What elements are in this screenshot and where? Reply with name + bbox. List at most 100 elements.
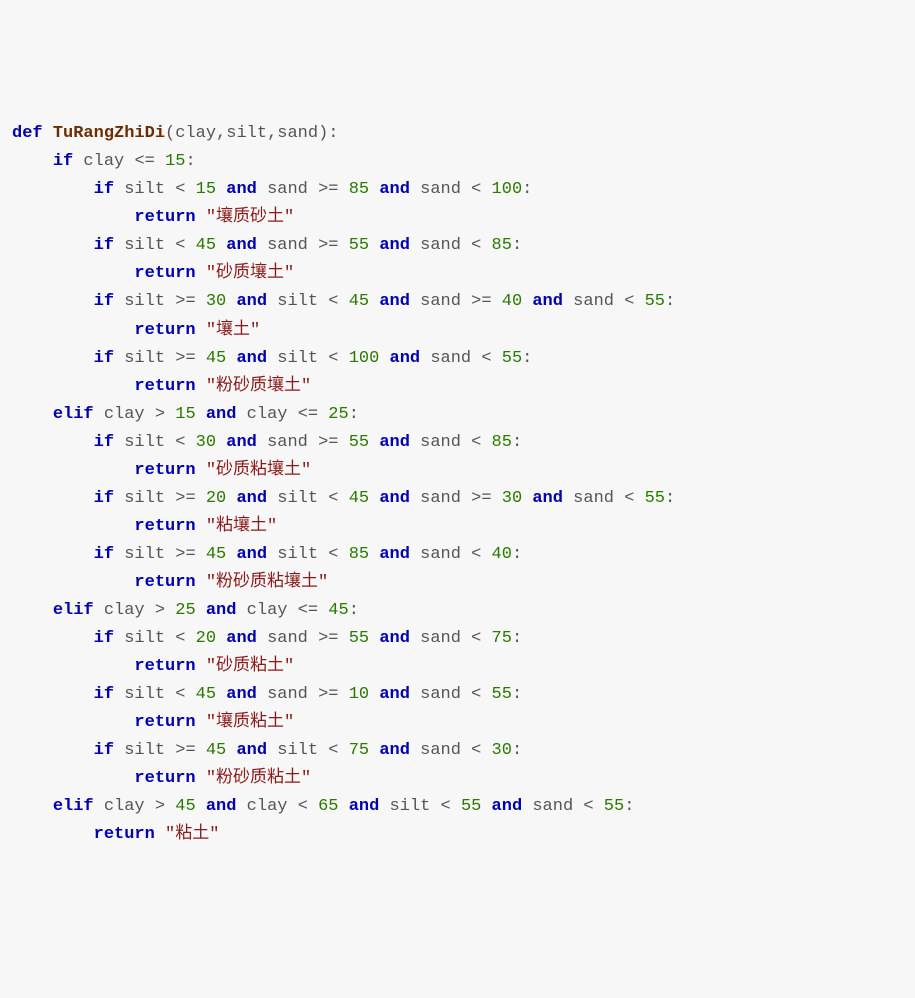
var-sand: sand [420, 180, 461, 199]
num: 55 [349, 629, 369, 648]
var-sand: sand [267, 236, 308, 255]
keyword-and: and [379, 489, 410, 508]
comma: , [267, 124, 277, 143]
colon: : [512, 629, 522, 648]
code-line: if silt < 20 and sand >= 55 and sand < 7… [12, 625, 903, 653]
op-lt: < [175, 433, 185, 452]
keyword-if: if [94, 236, 114, 255]
num: 15 [165, 152, 185, 171]
num: 25 [175, 601, 195, 620]
num: 45 [206, 545, 226, 564]
op-lt: < [175, 629, 185, 648]
num: 45 [206, 349, 226, 368]
keyword-and: and [379, 685, 410, 704]
string-literal: "粘土" [165, 825, 219, 844]
keyword-return: return [134, 769, 195, 788]
num: 20 [206, 489, 226, 508]
keyword-and: and [206, 405, 237, 424]
op-lte: <= [298, 601, 318, 620]
keyword-and: and [226, 236, 257, 255]
string-literal: "粘壤土" [206, 517, 277, 536]
var-silt: silt [124, 489, 165, 508]
op-gte: >= [318, 236, 338, 255]
code-line: return "砂质粘壤土" [12, 457, 903, 485]
num: 30 [196, 433, 216, 452]
code-line: return "砂质壤土" [12, 260, 903, 288]
code-line: return "粉砂质粘土" [12, 765, 903, 793]
code-line: if silt < 45 and sand >= 10 and sand < 5… [12, 681, 903, 709]
op-gt: > [155, 601, 165, 620]
op-lt: < [471, 433, 481, 452]
op-lt: < [328, 349, 338, 368]
var-sand: sand [420, 489, 461, 508]
op-gt: > [155, 797, 165, 816]
string-literal: "砂质粘壤土" [206, 461, 311, 480]
code-line: return "壤土" [12, 317, 903, 345]
var-sand: sand [430, 349, 471, 368]
op-lt: < [471, 629, 481, 648]
num: 55 [461, 797, 481, 816]
var-clay: clay [247, 405, 288, 424]
var-silt: silt [124, 545, 165, 564]
string-literal: "粉砂质粘土" [206, 769, 311, 788]
param-sand: sand [277, 124, 318, 143]
op-lt: < [328, 292, 338, 311]
num: 45 [328, 601, 348, 620]
var-sand: sand [420, 629, 461, 648]
var-silt: silt [124, 180, 165, 199]
var-silt: silt [124, 236, 165, 255]
colon: : [185, 152, 195, 171]
op-lt: < [471, 236, 481, 255]
keyword-and: and [379, 545, 410, 564]
num: 30 [502, 489, 522, 508]
code-line: elif clay > 45 and clay < 65 and silt < … [12, 793, 903, 821]
code-block: def TuRangZhiDi(clay,silt,sand): if clay… [12, 120, 903, 849]
keyword-and: and [532, 489, 563, 508]
keyword-and: and [206, 601, 237, 620]
keyword-return: return [134, 657, 195, 676]
op-lt: < [471, 545, 481, 564]
num: 65 [318, 797, 338, 816]
paren-close: ) [318, 124, 328, 143]
keyword-and: and [379, 180, 410, 199]
num: 85 [349, 180, 369, 199]
keyword-if: if [94, 292, 114, 311]
keyword-if: if [94, 629, 114, 648]
num: 85 [349, 545, 369, 564]
num: 55 [645, 489, 665, 508]
keyword-and: and [390, 349, 421, 368]
keyword-and: and [236, 741, 267, 760]
keyword-if: if [94, 433, 114, 452]
keyword-and: and [236, 292, 267, 311]
keyword-elif: elif [53, 601, 94, 620]
code-line: if silt >= 45 and silt < 100 and sand < … [12, 345, 903, 373]
keyword-return: return [134, 208, 195, 227]
var-silt: silt [277, 292, 318, 311]
op-lt: < [471, 685, 481, 704]
string-literal: "壤质砂土" [206, 208, 294, 227]
keyword-and: and [492, 797, 523, 816]
op-lt: < [471, 741, 481, 760]
keyword-return: return [134, 377, 195, 396]
keyword-and: and [236, 545, 267, 564]
colon: : [624, 797, 634, 816]
colon: : [512, 545, 522, 564]
var-silt: silt [277, 741, 318, 760]
var-sand: sand [267, 180, 308, 199]
num: 30 [492, 741, 512, 760]
num: 55 [502, 349, 522, 368]
op-lt: < [441, 797, 451, 816]
code-line: if silt < 45 and sand >= 55 and sand < 8… [12, 232, 903, 260]
num: 45 [349, 292, 369, 311]
num: 75 [492, 629, 512, 648]
num: 100 [349, 349, 380, 368]
colon: : [665, 489, 675, 508]
code-line: elif clay > 25 and clay <= 45: [12, 597, 903, 625]
var-sand: sand [267, 685, 308, 704]
code-line: if silt < 15 and sand >= 85 and sand < 1… [12, 176, 903, 204]
code-line: return "粘土" [12, 821, 903, 849]
var-sand: sand [573, 292, 614, 311]
keyword-and: and [236, 489, 267, 508]
colon: : [512, 236, 522, 255]
keyword-and: and [236, 349, 267, 368]
